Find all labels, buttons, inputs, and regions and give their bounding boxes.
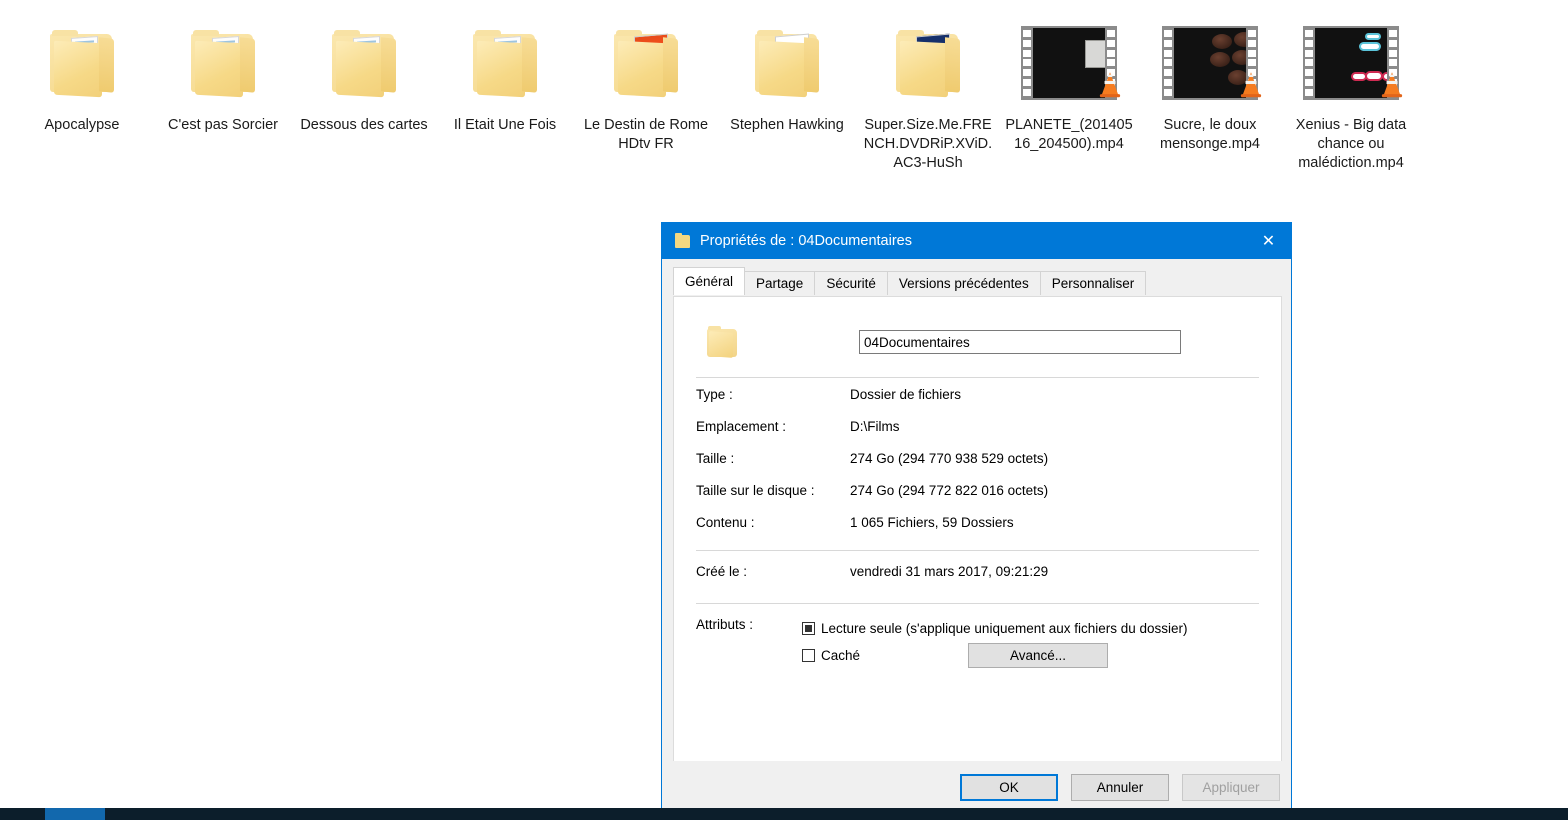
desktop-icon-label: Apocalypse	[44, 117, 120, 133]
attributes-label: Attributs :	[696, 617, 754, 632]
property-value: Dossier de fichiers	[850, 386, 962, 402]
folder-icon: OFILMTION	[896, 30, 962, 98]
close-icon[interactable]: ✕	[1246, 223, 1291, 259]
video-thumbnail	[1303, 26, 1403, 100]
properties-list: Type : Dossier de fichiers Emplacement : D:…	[696, 378, 1259, 538]
icon-artwork	[999, 12, 1139, 116]
desktop-icon[interactable]: Sucre, le doux mensonge.mp4	[1140, 12, 1280, 154]
hidden-label: Caché	[821, 648, 861, 663]
property-label: Emplacement :	[696, 418, 787, 434]
icon-artwork	[12, 12, 152, 116]
folder-icon	[675, 232, 690, 248]
ok-button[interactable]: OK	[960, 773, 1058, 801]
desktop-icon[interactable]: Xenius - Big data chance ou malédiction.…	[1281, 12, 1421, 173]
vlc-cone-icon	[1240, 72, 1262, 98]
folder-icon	[50, 30, 116, 98]
icon-artwork	[435, 12, 575, 116]
tab-2[interactable]: Partage	[744, 271, 816, 295]
property-value: 274 Go (294 772 822 016 octets)	[850, 482, 1049, 498]
icon-artwork	[294, 12, 434, 116]
folder-large-icon	[707, 326, 741, 358]
tab-strip: Général Partage Sécurité Versions précédent…	[673, 267, 1291, 295]
folder-icon	[614, 30, 680, 98]
readonly-checkbox[interactable]	[802, 622, 815, 635]
desktop-icon-label: Stephen Hawking	[730, 117, 844, 133]
icon-artwork: OFILMTION	[858, 12, 998, 116]
desktop-icon-label: PLANETE_(20140516_204500).mp4	[1005, 117, 1133, 152]
dialog-title: Propriétés de : 04Documentaires	[700, 233, 912, 249]
readonly-label: Lecture seule (s'applique uniquement aux…	[821, 621, 1188, 636]
folder-name-input[interactable]	[859, 330, 1181, 354]
desktop-icon[interactable]: Apocalypse	[12, 12, 152, 135]
desktop-icon[interactable]: OFILMTION Super.Size.Me.FRENCH.DVDRiP.XVi…	[858, 12, 998, 173]
property-label: Contenu :	[696, 514, 755, 530]
icon-artwork	[1140, 12, 1280, 116]
property-row: Type : Dossier de fichiers	[696, 378, 1259, 410]
property-row: Emplacement : D:\Films	[696, 410, 1259, 442]
property-row: Contenu : 1 065 Fichiers, 59 Dossiers	[696, 506, 1259, 538]
tab-5[interactable]: Personnaliser	[1039, 271, 1147, 295]
properties-dialog: Propriétés de : 04Documentaires ✕ Généra…	[661, 222, 1292, 814]
desktop-icon-label: C'est pas Sorcier	[168, 117, 278, 133]
desktop-icon[interactable]: Dessous des cartes	[294, 12, 434, 135]
divider	[696, 603, 1259, 604]
dialog-button-bar: OK Annuler Appliquer	[662, 761, 1291, 813]
desktop-icon[interactable]: Il Etait Une Fois	[435, 12, 575, 135]
advanced-button[interactable]: Avancé...	[968, 643, 1109, 668]
video-thumbnail	[1162, 26, 1262, 100]
folder-icon	[755, 30, 821, 98]
desktop-icon-label: Dessous des cartes	[300, 117, 428, 133]
icon-artwork	[1281, 12, 1421, 116]
taskbar[interactable]	[0, 808, 1568, 820]
readonly-checkbox-row[interactable]: Lecture seule (s'applique uniquement aux…	[802, 615, 1259, 642]
desktop-icon-label: Le Destin de Rome HDtv FR	[583, 117, 709, 152]
apply-button: Appliquer	[1182, 773, 1280, 801]
video-thumbnail	[1021, 26, 1121, 100]
desktop-icon[interactable]: Stephen Hawking	[717, 12, 857, 135]
desktop-icon-grid: Apocalypse C'est pas Sorcier Dessous des c…	[0, 0, 1568, 210]
cancel-button[interactable]: Annuler	[1071, 773, 1169, 801]
desktop-icon-label: Xenius - Big data chance ou malédiction.…	[1295, 117, 1407, 171]
tab-1[interactable]: Général	[673, 267, 746, 295]
property-row: Taille sur le disque : 274 Go (294 772 82…	[696, 474, 1259, 506]
property-label: Taille :	[696, 450, 735, 466]
folder-name-row	[696, 319, 1259, 365]
created-label: Créé le :	[696, 563, 748, 579]
dialog-titlebar: Propriétés de : 04Documentaires ✕	[662, 223, 1291, 259]
desktop-icon-label: Super.Size.Me.FRENCH.DVDRiP.XViD.AC3-HuS…	[863, 117, 993, 171]
icon-artwork	[153, 12, 293, 116]
folder-icon	[191, 30, 257, 98]
hidden-checkbox-row[interactable]: Caché Avancé...	[802, 642, 1259, 669]
desktop-icon[interactable]: C'est pas Sorcier	[153, 12, 293, 135]
created-row: Créé le : vendredi 31 mars 2017, 09:21:2…	[696, 551, 1259, 591]
hidden-checkbox[interactable]	[802, 649, 815, 662]
desktop-icon[interactable]: Le Destin de Rome HDtv FR	[576, 12, 716, 154]
folder-icon	[473, 30, 539, 98]
property-value: 1 065 Fichiers, 59 Dossiers	[850, 514, 1014, 530]
created-value: vendredi 31 mars 2017, 09:21:29	[850, 563, 1049, 579]
icon-artwork	[717, 12, 857, 116]
vlc-cone-icon	[1099, 72, 1121, 98]
taskbar-active-app[interactable]	[45, 808, 105, 820]
tab-panel-general: Type : Dossier de fichiers Emplacement : D:…	[673, 296, 1282, 766]
desktop-icon-label: Sucre, le doux mensonge.mp4	[1160, 117, 1260, 152]
desktop: Apocalypse C'est pas Sorcier Dessous des c…	[0, 0, 1568, 820]
property-value: D:\Films	[850, 418, 900, 434]
desktop-icon-label: Il Etait Une Fois	[453, 117, 557, 133]
property-row: Taille : 274 Go (294 770 938 529 octets)	[696, 442, 1259, 474]
vlc-cone-icon	[1381, 72, 1403, 98]
property-label: Taille sur le disque :	[696, 482, 815, 498]
attributes-block: Attributs : Lecture seule (s'applique un…	[696, 615, 1259, 669]
tab-4[interactable]: Versions précédentes	[886, 271, 1041, 295]
folder-icon	[332, 30, 398, 98]
tab-3[interactable]: Sécurité	[814, 271, 888, 295]
desktop-icon[interactable]: PLANETE_(20140516_204500).mp4	[999, 12, 1139, 154]
property-value: 274 Go (294 770 938 529 octets)	[850, 450, 1049, 466]
property-label: Type :	[696, 386, 733, 402]
icon-artwork	[576, 12, 716, 116]
